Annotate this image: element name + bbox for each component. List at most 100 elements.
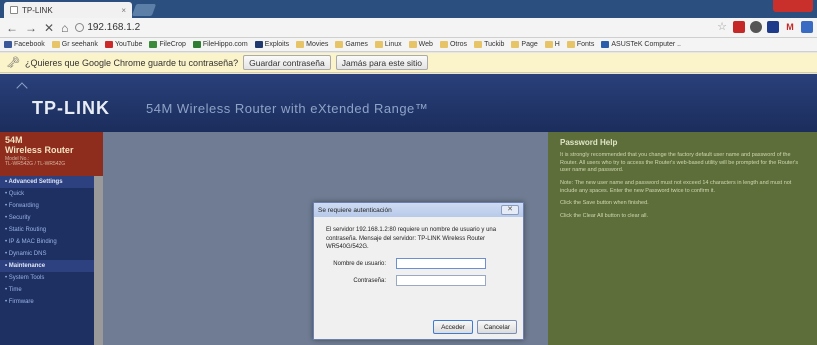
router-tagline: 54M Wireless Router with eXtended Range™ (146, 101, 429, 116)
omnibox[interactable]: 192.168.1.2 (75, 22, 140, 33)
help-paragraph: Click the Clear All button to clear all. (560, 213, 649, 220)
folder-icon (544, 41, 553, 48)
sidebar-menu-item[interactable]: • Quick (0, 188, 94, 200)
folder-icon (566, 41, 575, 48)
cancel-button[interactable]: Cancelar (477, 320, 517, 334)
logo-spark-icon (16, 82, 28, 94)
bookmark-item[interactable]: Movies (296, 41, 328, 48)
star-icon[interactable]: ☆ (716, 21, 728, 33)
url-text: 192.168.1.2 (87, 22, 141, 33)
bookmark-item[interactable]: Linux (374, 41, 402, 48)
back-icon[interactable]: ← (6, 22, 18, 34)
auth-dialog-title: Se requiere autenticación (318, 206, 392, 214)
extension-icon[interactable] (801, 21, 813, 33)
help-paragraph: It is strongly recommended that you chan… (560, 152, 799, 174)
bookmark-item[interactable]: FileHippo.com (192, 41, 248, 48)
password-infobar: 🗝 ¿Quieres que Google Chrome guarde tu c… (0, 53, 817, 73)
home-icon[interactable]: ⌂ (61, 22, 68, 34)
password-input[interactable] (396, 275, 486, 287)
help-paragraph: Note: The new user name and password mus… (560, 180, 792, 194)
sidebar-menu-item[interactable]: • Advanced Settings (0, 176, 94, 188)
sidebar-menu-item[interactable]: • System Tools (0, 272, 94, 284)
filehippo-icon (192, 41, 201, 48)
bookmark-label: Page (521, 41, 538, 48)
folder-icon (51, 41, 60, 48)
toolbar-icons: ☆ M (716, 21, 813, 33)
sidebar-model-number: TL-WR542G / TL-WR542G (5, 161, 66, 167)
facebook-icon (4, 41, 12, 48)
tp-link-logo: TP-LINK (32, 98, 110, 118)
bookmark-item[interactable]: Otros (439, 41, 467, 48)
key-icon: 🗝 (6, 57, 20, 69)
tab-close-icon[interactable]: × (121, 6, 126, 15)
bookmark-label: Movies (306, 41, 329, 48)
bookmark-label: Gr seehank (61, 41, 98, 48)
bookmark-label: Games (345, 41, 368, 48)
asus-icon (601, 41, 610, 48)
bookmark-label: Linux (384, 41, 402, 48)
bookmark-item[interactable]: YouTube (104, 41, 142, 48)
sidebar-menu-item[interactable]: • Forwarding (0, 200, 94, 212)
tab-strip: TP-LINK × (0, 0, 817, 18)
sidebar-menu: • Advanced Settings • Quick • Forwarding • … (0, 176, 94, 345)
bookmark-item[interactable]: Gr seehank (51, 41, 98, 48)
username-input[interactable] (396, 258, 486, 270)
accept-button[interactable]: Acceder (433, 320, 473, 334)
sidebar-menu-item[interactable]: • IP & MAC Binding (0, 236, 94, 248)
bookmark-item[interactable]: Web (408, 41, 433, 48)
sidebar-menu-item[interactable]: • Time (0, 284, 94, 296)
sidebar-menu-item[interactable]: • Static Routing (0, 224, 94, 236)
tab-favicon-icon (10, 6, 18, 14)
folder-icon (474, 41, 483, 48)
bookmark-item[interactable]: ASUSTeK Computer .. (601, 41, 681, 48)
sidebar-menu-item[interactable]: • Maintenance (0, 260, 94, 272)
bookmark-label: Facebook (14, 41, 45, 48)
chrome-web-store-icon[interactable] (750, 21, 762, 33)
youtube-icon (104, 41, 113, 48)
bookmarks-bar: Facebook Gr seehank YouTube FileCrop FileHip… (0, 38, 817, 52)
folder-icon (439, 41, 448, 48)
bookmark-label: FileHippo.com (202, 41, 248, 48)
auth-dialog-buttons: Acceder Cancelar (433, 320, 517, 334)
gmail-badge-icon[interactable] (733, 21, 745, 33)
password-infobar-message: ¿Quieres que Google Chrome guarde tu con… (24, 57, 239, 68)
bookmark-label: Fonts (576, 41, 595, 48)
exploit-icon (254, 41, 263, 48)
bookmark-item[interactable]: Exploits (254, 41, 289, 48)
bookmark-label: FileCrop (159, 41, 186, 48)
folder-icon (511, 41, 520, 48)
sidebar-menu-item[interactable]: • Firmware (0, 296, 94, 308)
new-tab-button[interactable] (131, 4, 157, 16)
sidebar-scrollbar[interactable] (94, 176, 103, 345)
window-close-button[interactable] (773, 0, 813, 12)
bookmark-label: Tuckib (484, 41, 505, 48)
bookmark-label: ASUSTeK Computer .. (611, 41, 681, 48)
bookmark-item[interactable]: Facebook (4, 41, 45, 48)
close-icon[interactable]: ✕ (501, 205, 519, 215)
gmail-icon[interactable]: M (784, 21, 796, 33)
folder-icon (374, 41, 383, 48)
bookmark-item[interactable]: FileCrop (149, 41, 186, 48)
bookmark-item[interactable]: Fonts (566, 41, 595, 48)
password-label: Contraseña: (353, 277, 386, 284)
sidebar-menu-item[interactable]: • Dynamic DNS (0, 248, 94, 260)
sidebar-menu-item[interactable]: • Security (0, 212, 94, 224)
forward-icon[interactable]: → (25, 22, 37, 34)
bookmark-item[interactable]: Games (335, 41, 368, 48)
browser-tab[interactable]: TP-LINK × (4, 2, 132, 18)
bookmark-item[interactable]: Page (511, 41, 538, 48)
evernote-icon[interactable] (767, 21, 779, 33)
router-sidebar: 54M Wireless Router Model No.: TL-WR542G… (0, 132, 103, 345)
never-save-button[interactable]: Jamás para este sitio (335, 55, 429, 70)
address-toolbar: ← → ✕ ⌂ 192.168.1.2 ☆ M (0, 18, 817, 38)
folder-icon (335, 41, 344, 48)
bookmark-item[interactable]: Tuckib (474, 41, 504, 48)
stop-icon[interactable]: ✕ (44, 22, 54, 34)
password-row: Contraseña: (314, 275, 523, 287)
page-info-icon[interactable] (75, 23, 85, 32)
bookmark-item[interactable]: H (544, 41, 560, 48)
auth-dialog-message: El servidor 192.168.1.2:80 requiere un n… (326, 227, 497, 251)
help-panel: Password Help It is strongly recommended… (548, 132, 817, 345)
save-password-button[interactable]: Guardar contraseña (243, 55, 331, 70)
auth-dialog: Se requiere autenticación ✕ El servidor … (313, 202, 524, 340)
